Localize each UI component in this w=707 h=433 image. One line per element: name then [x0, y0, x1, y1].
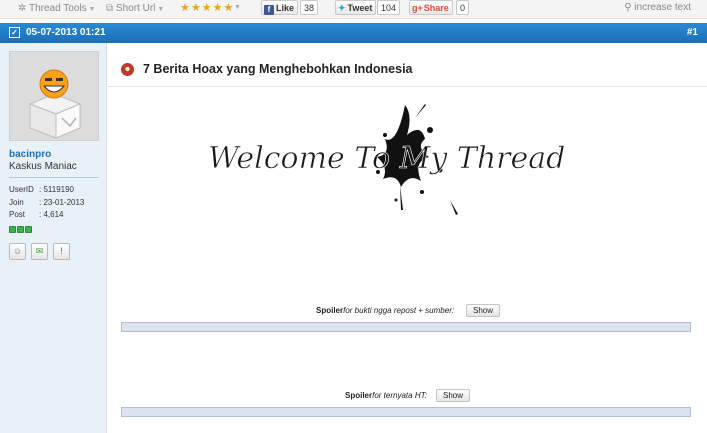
thread-emoticon-icon: ☻ — [121, 63, 134, 76]
like-label: Like — [276, 3, 295, 13]
report-button[interactable]: ! — [53, 243, 70, 260]
increase-text-link[interactable]: ⚲ increase text — [624, 2, 691, 13]
tweet-label: Tweet — [347, 3, 373, 13]
short-url-menu[interactable]: ⧉ Short Url ▼ — [106, 2, 164, 16]
thread-tools-label: Thread Tools — [29, 3, 87, 14]
thread-toolbar: ✲ Thread Tools ▼ ⧉ Short Url ▼ ★★★★★ ▼ f Li… — [0, 0, 707, 19]
share-count: 0 — [456, 0, 470, 15]
rating-stars[interactable]: ★★★★★ — [180, 1, 234, 14]
message-button[interactable]: ✉ — [31, 243, 48, 260]
twitter-icon: ✦ — [338, 3, 346, 13]
rep-box — [25, 226, 32, 233]
stat-post: Post: 4,614 — [9, 210, 64, 219]
magnifier-icon: ⚲ — [624, 2, 632, 13]
chevron-down-icon: ▼ — [88, 6, 96, 13]
avatar[interactable] — [9, 51, 99, 141]
post-date: 05-07-2013 01:21 — [26, 27, 106, 38]
chevron-down-icon: ▼ — [157, 6, 165, 13]
spoiler-content-box — [121, 407, 691, 417]
spoiler-content-box — [121, 322, 691, 332]
post-number[interactable]: #1 — [687, 27, 698, 38]
rep-box — [9, 226, 16, 233]
tweet-count: 104 — [377, 0, 401, 15]
gplus-icon: g+ — [412, 3, 423, 13]
thread-tools-menu[interactable]: ✲ Thread Tools ▼ — [18, 2, 96, 16]
short-url-label: Short Url — [115, 3, 156, 14]
spoiler-label: Spoilerfor ternyata HT: — [345, 391, 428, 400]
post-header-bar: ✓ 05-07-2013 01:21 #1 — [0, 23, 707, 43]
share-label: Share — [423, 3, 449, 13]
profile-button[interactable]: ☺ — [9, 243, 26, 260]
gear-icon: ✲ — [18, 3, 27, 14]
chat-icon: ✉ — [35, 246, 44, 256]
facebook-like-button[interactable]: f Like — [261, 0, 299, 15]
user-title: Kaskus Maniac — [9, 161, 77, 172]
avatar-image — [10, 52, 98, 140]
thread-title: 7 Berita Hoax yang Menghebohkan Indonesi… — [143, 62, 413, 76]
tweet-button[interactable]: ✦ Tweet — [335, 0, 377, 15]
rep-box — [17, 226, 24, 233]
user-icon: ☺ — [12, 246, 23, 256]
spoiler-show-button[interactable]: Show — [466, 304, 501, 317]
alert-icon: ! — [60, 246, 63, 256]
welcome-banner-image: Welcome To My Thread — [208, 104, 566, 215]
divider — [9, 177, 99, 178]
increase-text-label: increase text — [634, 2, 691, 13]
thread-title-row: ☻ 7 Berita Hoax yang Menghebohkan Indone… — [107, 43, 707, 87]
reputation-indicator — [9, 224, 33, 236]
stat-join: Join: 23-01-2013 — [9, 198, 85, 207]
user-sidebar: bacinpro Kaskus Maniac UserID: 5119190 J… — [0, 43, 107, 433]
stat-userid: UserID: 5119190 — [9, 185, 74, 194]
gplus-share-button[interactable]: g+Share — [409, 0, 453, 15]
username-link[interactable]: bacinpro — [9, 149, 51, 160]
welcome-text: Welcome To My Thread — [208, 141, 565, 176]
facebook-icon: f — [264, 5, 274, 15]
spoiler-show-button[interactable]: Show — [436, 389, 471, 402]
rating-chevron-icon[interactable]: ▼ — [234, 4, 241, 11]
checkbox-icon[interactable]: ✓ — [9, 27, 20, 38]
divider — [106, 86, 107, 433]
link-icon: ⧉ — [106, 3, 114, 14]
spoiler-label: Spoilerfor bukti ngga repost + sumber: — [316, 306, 455, 315]
like-count: 38 — [300, 0, 319, 15]
